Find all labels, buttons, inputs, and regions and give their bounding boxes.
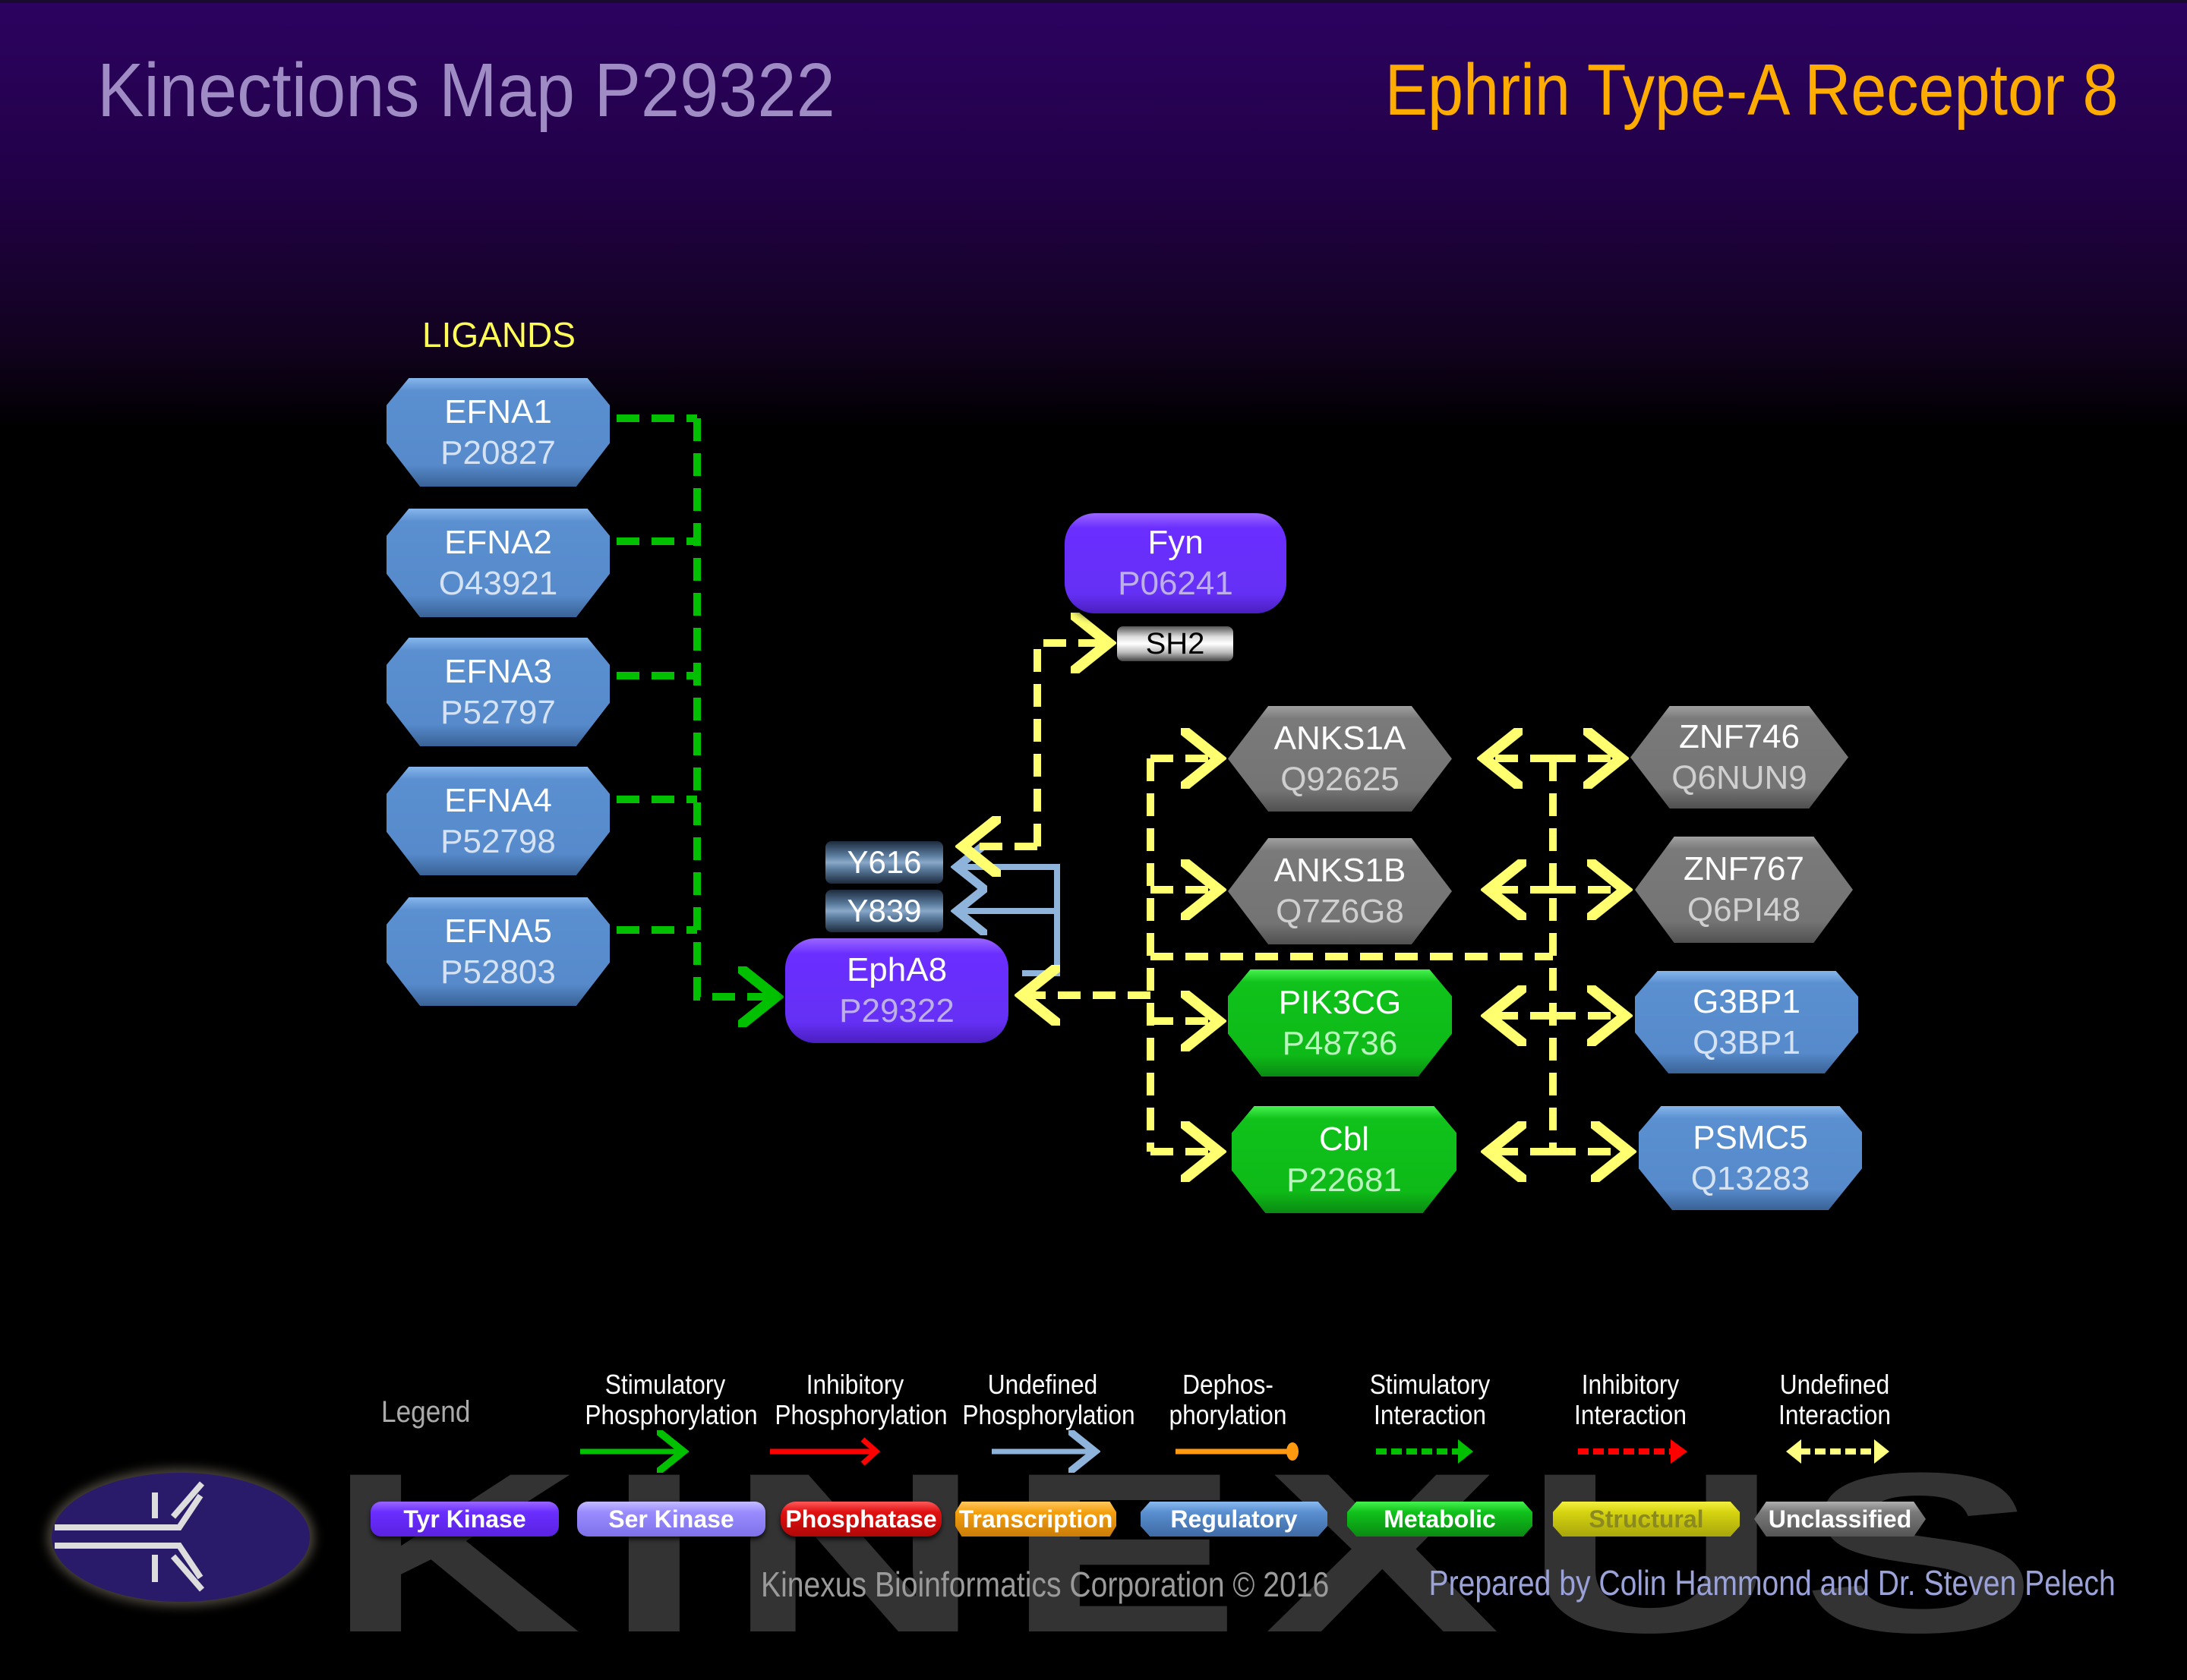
- node-accession: P20827: [440, 433, 556, 471]
- legend-label-stim-phos: Stimulatory Phosphorylation: [585, 1369, 758, 1430]
- legend-arrowhead-undef-int-right: [1874, 1439, 1889, 1464]
- node-accession: Q6PI48: [1687, 891, 1801, 928]
- copyright-text: Kinexus Bioinformatics Corporation © 201…: [761, 1565, 1330, 1604]
- legend-label-line1: Stimulatory: [1369, 1369, 1491, 1400]
- legend-label-inhib-phos: Inhibitory Phosphorylation: [775, 1369, 948, 1430]
- node-efna1[interactable]: EFNA1 P20827: [387, 378, 610, 487]
- legend-label-line1: Inhibitory: [806, 1369, 904, 1400]
- legend-label-line2: Interaction: [1374, 1399, 1486, 1430]
- legend-label-line2: Interaction: [1574, 1399, 1687, 1430]
- legend-label-undef-int: Undefined Interaction: [1754, 1370, 1914, 1430]
- kinexus-k-icon: [55, 1481, 205, 1592]
- legend-label-line2: Phosphorylation: [585, 1399, 758, 1430]
- node-name: ANKS1A: [1273, 719, 1406, 757]
- node-name: ZNF767: [1684, 850, 1804, 887]
- site-y839[interactable]: Y839: [825, 890, 943, 932]
- legend-arrowhead-undef-int-left: [1786, 1439, 1801, 1464]
- node-accession: P52803: [440, 953, 556, 991]
- legend-badge-metabolic: Metabolic: [1347, 1502, 1532, 1537]
- node-efna3[interactable]: EFNA3 P52797: [387, 638, 610, 746]
- legend-label-line2: Phosphorylation: [962, 1399, 1135, 1430]
- node-accession: P52797: [440, 693, 556, 731]
- node-name: G3BP1: [1693, 982, 1800, 1020]
- node-efna5[interactable]: EFNA5 P52803: [387, 897, 610, 1006]
- node-anks1a[interactable]: ANKS1A Q92625: [1228, 706, 1452, 812]
- legend-arrowhead-inhib-int: [1671, 1439, 1687, 1464]
- node-accession: O43921: [438, 564, 558, 602]
- node-name: EFNA1: [444, 392, 552, 430]
- node-name: EFNA4: [444, 781, 552, 819]
- node-efna2[interactable]: EFNA2 O43921: [387, 509, 610, 617]
- link-y616-sh2: [1034, 643, 1109, 846]
- node-accession: Q6NUN9: [1671, 758, 1807, 796]
- node-psmc5[interactable]: PSMC5 Q13283: [1639, 1106, 1862, 1210]
- node-name: EFNA5: [444, 912, 552, 950]
- legend-label-line2: Phosphorylation: [775, 1399, 948, 1430]
- legend-label-line2: phorylation: [1169, 1399, 1287, 1430]
- legend-label-inhib-int: Inhibitory Interaction: [1550, 1370, 1710, 1430]
- node-accession: Q3BP1: [1693, 1023, 1800, 1061]
- node-accession: P48736: [1282, 1024, 1398, 1062]
- node-name: PIK3CG: [1278, 983, 1402, 1021]
- node-cbl[interactable]: Cbl P22681: [1232, 1106, 1456, 1213]
- legend-ball-dephos: [1286, 1442, 1299, 1461]
- node-pik3cg[interactable]: PIK3CG P48736: [1228, 969, 1452, 1076]
- node-accession: P22681: [1286, 1161, 1402, 1199]
- legend-badge-transcription: Transcription: [955, 1502, 1116, 1537]
- node-name: EFNA3: [444, 652, 552, 690]
- node-epha8[interactable]: EphA8 P29322: [785, 938, 1008, 1043]
- node-accession: P29322: [839, 992, 955, 1029]
- node-name: Cbl: [1318, 1120, 1370, 1158]
- legend-label-line2: Interaction: [1778, 1399, 1891, 1430]
- site-y616[interactable]: Y616: [825, 841, 943, 884]
- ligand-links: [617, 414, 776, 997]
- node-accession: P06241: [1118, 565, 1233, 602]
- node-fyn[interactable]: Fyn P06241: [1065, 513, 1286, 613]
- prepared-by-text: Prepared by Colin Hammond and Dr. Steven…: [1428, 1563, 2116, 1603]
- legend-title: Legend: [381, 1395, 471, 1429]
- legend-arrows: [580, 1439, 1889, 1464]
- legend-badge-tyr-kinase: Tyr Kinase: [371, 1502, 559, 1537]
- legend-label-line1: Undefined: [1779, 1369, 1890, 1400]
- legend-label-line1: Inhibitory: [1581, 1369, 1680, 1400]
- node-name: ANKS1B: [1273, 852, 1406, 889]
- node-accession: Q92625: [1280, 760, 1400, 798]
- node-name: ZNF746: [1679, 717, 1800, 755]
- legend-arrowhead-stim-int: [1458, 1439, 1473, 1464]
- legend-label-dephos: Dephos- phorylation: [1147, 1370, 1308, 1430]
- legend-label-line1: Dephos-: [1182, 1369, 1273, 1400]
- node-accession: P52798: [440, 822, 556, 860]
- node-name: PSMC5: [1693, 1118, 1808, 1156]
- domain-sh2[interactable]: SH2: [1117, 626, 1233, 661]
- legend-label-stim-int: Stimulatory Interaction: [1349, 1370, 1510, 1430]
- node-name: EphA8: [846, 951, 948, 988]
- legend-badge-regulatory: Regulatory: [1141, 1502, 1327, 1537]
- node-efna4[interactable]: EFNA4 P52798: [387, 767, 610, 875]
- node-name: EFNA2: [444, 523, 552, 561]
- legend-badge-phosphatase: Phosphatase: [781, 1502, 942, 1537]
- node-name: Fyn: [1147, 524, 1204, 561]
- legend-label-undef-phos: Undefined Phosphorylation: [962, 1369, 1135, 1430]
- legend-badge-ser-kinase: Ser Kinase: [577, 1502, 765, 1537]
- kinexus-logo: [52, 1473, 310, 1602]
- link-ligand-trunk: [693, 418, 776, 997]
- node-g3bp1[interactable]: G3BP1 Q3BP1: [1635, 971, 1858, 1073]
- legend-label-line1: Stimulatory: [604, 1369, 726, 1400]
- legend-label-line1: Undefined: [987, 1369, 1098, 1400]
- node-znf767[interactable]: ZNF767 Q6PI48: [1635, 837, 1853, 943]
- node-accession: Q13283: [1690, 1159, 1810, 1197]
- node-znf746[interactable]: ZNF746 Q6NUN9: [1630, 706, 1848, 808]
- node-accession: Q7Z6G8: [1276, 893, 1404, 930]
- legend-badge-unclassified: Unclassified: [1754, 1502, 1926, 1537]
- legend-badge-structural: Structural: [1553, 1502, 1740, 1537]
- node-anks1b[interactable]: ANKS1B Q7Z6G8: [1228, 838, 1452, 944]
